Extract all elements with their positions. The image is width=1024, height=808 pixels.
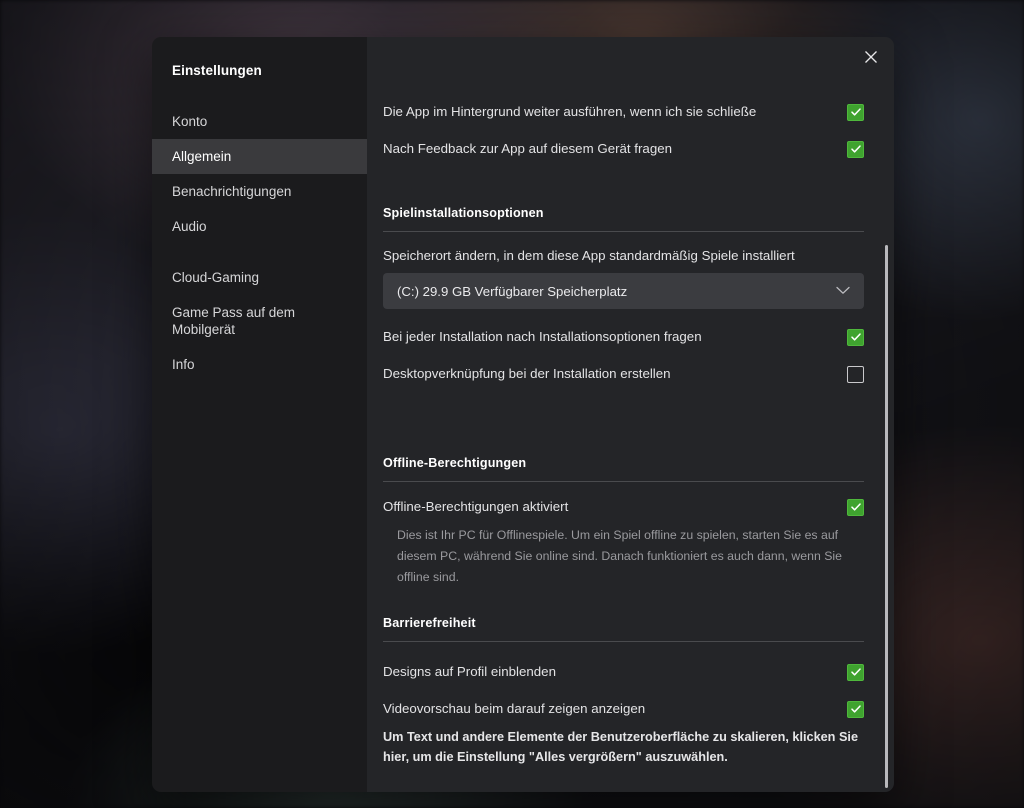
checkbox-ask-feedback[interactable]	[847, 140, 864, 158]
setting-row-video-preview[interactable]: Videovorschau beim darauf zeigen anzeige…	[383, 695, 864, 723]
setting-row-desktop-shortcut[interactable]: Desktopverknüpfung bei der Installation …	[383, 360, 864, 388]
setting-row-ask-install-options[interactable]: Bei jeder Installation nach Installation…	[383, 323, 864, 351]
offline-help-text: Dies ist Ihr PC für Offlinespiele. Um ei…	[397, 528, 843, 584]
section-divider	[383, 231, 864, 232]
section-divider	[383, 481, 864, 482]
content-scrollbar[interactable]	[882, 245, 892, 788]
close-button[interactable]	[848, 37, 894, 77]
checkbox-offline-enabled[interactable]	[847, 498, 864, 516]
scrollbar-thumb[interactable]	[885, 245, 888, 788]
sidebar-item-audio[interactable]: Audio	[152, 209, 367, 244]
setting-row-show-designs[interactable]: Designs auf Profil einblenden	[383, 658, 864, 686]
setting-label: Nach Feedback zur App auf diesem Gerät f…	[383, 141, 672, 156]
setting-row-ask-feedback[interactable]: Nach Feedback zur App auf diesem Gerät f…	[383, 135, 864, 163]
settings-content-pane: Die App im Hintergrund weiter ausführen,…	[367, 37, 894, 792]
setting-row-offline-enabled[interactable]: Offline-Berechtigungen aktiviert	[383, 493, 864, 521]
sidebar-item-benachrichtigungen[interactable]: Benachrichtigungen	[152, 174, 367, 209]
setting-label: Desktopverknüpfung bei der Installation …	[383, 366, 671, 381]
setting-label: Offline-Berechtigungen aktiviert	[383, 499, 569, 514]
scale-ui-link[interactable]: Um Text und andere Elemente der Benutzer…	[383, 723, 864, 767]
sidebar-item-konto[interactable]: Konto	[152, 104, 367, 139]
checkbox-video-preview[interactable]	[847, 700, 864, 718]
checkbox-ask-install-options[interactable]	[847, 328, 864, 346]
section-heading-accessibility: Barrierefreiheit	[383, 616, 476, 630]
section-divider	[383, 641, 864, 642]
setting-label: Designs auf Profil einblenden	[383, 664, 556, 679]
settings-dialog: Einstellungen Konto Allgemein Benachrich…	[152, 37, 894, 792]
checkbox-desktop-shortcut[interactable]	[847, 365, 864, 383]
dropdown-selected-value: (C:) 29.9 GB Verfügbarer Speicherplatz	[397, 283, 628, 299]
storage-location-label: Speicherort ändern, in dem diese App sta…	[383, 248, 795, 263]
setting-label: Bei jeder Installation nach Installation…	[383, 329, 702, 344]
setting-row-run-in-background[interactable]: Die App im Hintergrund weiter ausführen,…	[383, 98, 864, 126]
storage-location-dropdown[interactable]: (C:) 29.9 GB Verfügbarer Speicherplatz	[383, 273, 864, 309]
page-title: Einstellungen	[172, 63, 262, 78]
settings-scroll-area: Die App im Hintergrund weiter ausführen,…	[367, 37, 894, 792]
sidebar-item-allgemein[interactable]: Allgemein	[152, 139, 367, 174]
sidebar-item-game-pass-mobil[interactable]: Game Pass auf dem Mobilgerät	[152, 295, 322, 347]
close-icon	[864, 50, 878, 64]
settings-sidebar: Einstellungen Konto Allgemein Benachrich…	[152, 37, 367, 792]
chevron-down-icon	[836, 282, 850, 300]
section-heading-install-options: Spielinstallationsoptionen	[383, 206, 544, 220]
checkbox-run-in-background[interactable]	[847, 103, 864, 121]
setting-label: Videovorschau beim darauf zeigen anzeige…	[383, 701, 646, 716]
section-heading-offline-permissions: Offline-Berechtigungen	[383, 456, 527, 470]
sidebar-item-cloud-gaming[interactable]: Cloud-Gaming	[152, 260, 367, 295]
checkbox-show-designs[interactable]	[847, 663, 864, 681]
sidebar-item-info[interactable]: Info	[152, 347, 367, 382]
setting-label: Die App im Hintergrund weiter ausführen,…	[383, 104, 757, 119]
